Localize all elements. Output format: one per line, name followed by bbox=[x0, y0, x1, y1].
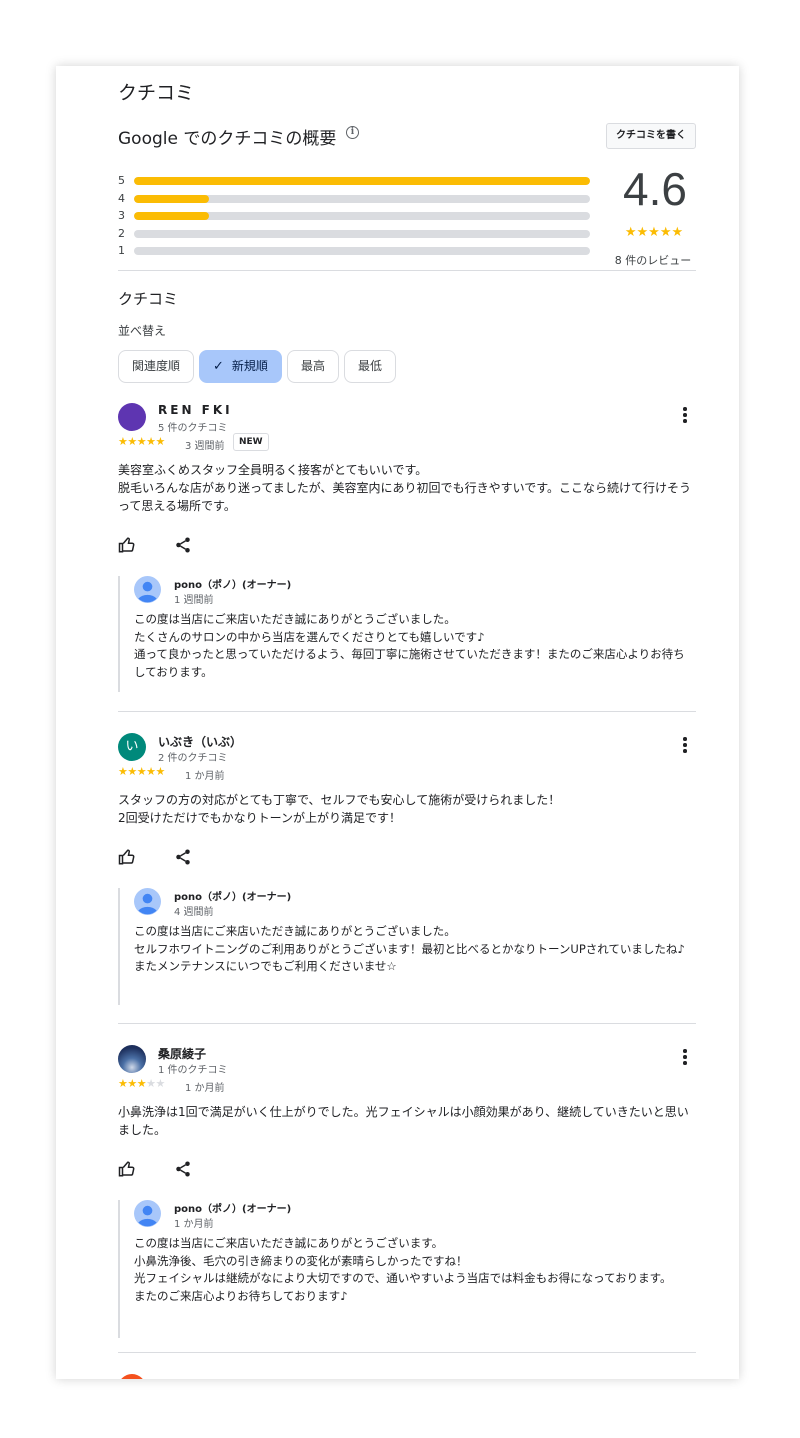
review-stars: ★★★★★ bbox=[118, 1077, 165, 1090]
star-filled: ★★★★★ bbox=[118, 435, 165, 448]
summary-title: Google でのクチコミの概要 bbox=[118, 129, 337, 149]
reply-text: この度は当店にご来店いただき誠にありがとうございます。 小鼻洗浄後、毛穴の引き締… bbox=[134, 1236, 672, 1303]
review-text: 小鼻洗浄は1回で満足がいく仕上がりでした。光フェイシャルは小顔効果があり、継続し… bbox=[118, 1105, 689, 1137]
reviewer-review-count: 5 件のクチコミ bbox=[158, 423, 228, 434]
reply-time: 1 か月前 bbox=[174, 1219, 214, 1230]
sort-chip-highest[interactable]: 最高 bbox=[286, 350, 339, 383]
chip-label: 最低 bbox=[357, 359, 382, 373]
review-text: 美容室ふくめスタッフ全員明るく接客がとてもいいです。 脱毛いろんな店があり迷って… bbox=[118, 463, 692, 513]
more-options-icon[interactable] bbox=[680, 737, 690, 755]
average-rating: 4.6 bbox=[623, 163, 687, 215]
owner-name: pono（ポノ）(オーナー) bbox=[174, 580, 292, 591]
review-stars: ★★★★★ bbox=[118, 435, 165, 448]
divider bbox=[118, 1352, 696, 1353]
owner-name: pono（ポノ）(オーナー) bbox=[174, 892, 292, 903]
star-filled: ★★★ bbox=[118, 1077, 147, 1090]
share-icon[interactable] bbox=[174, 536, 192, 554]
review-stars: ★★★★★ bbox=[118, 765, 165, 778]
histogram-row-5: 5 bbox=[118, 172, 590, 190]
histogram-row-4: 4 bbox=[118, 190, 590, 208]
histogram-fill bbox=[134, 194, 210, 203]
chip-label: 最高 bbox=[300, 359, 325, 373]
histogram-label: 1 bbox=[118, 244, 125, 257]
reply-text: この度は当店にご来店いただき誠にありがとうございました。 セルフホワイトニングの… bbox=[134, 924, 685, 973]
thumbs-up-icon[interactable] bbox=[118, 848, 136, 866]
review-time: 1 か月前 bbox=[185, 1083, 225, 1094]
more-options-icon[interactable] bbox=[680, 407, 690, 425]
histogram-label: 2 bbox=[118, 226, 125, 240]
avatar[interactable] bbox=[118, 1045, 146, 1073]
thumbs-up-icon[interactable] bbox=[118, 1160, 136, 1178]
total-reviews-link[interactable]: 8 件のレビュー bbox=[608, 252, 698, 268]
reviewer-review-count: 2 件のクチコミ bbox=[158, 753, 228, 764]
histogram-label: 5 bbox=[118, 174, 125, 187]
sort-chip-relevance[interactable]: 関連度順 bbox=[118, 350, 195, 383]
review-item: REN FKI 5 件のクチコミ ★★★★★ 3 週間前 NEW 美容室ふくめス… bbox=[118, 403, 696, 713]
review-actions bbox=[118, 848, 192, 866]
check-icon: ✓ bbox=[213, 359, 224, 374]
review-actions bbox=[118, 536, 192, 554]
owner-reply: pono（ポノ）(オーナー) 4 週間前 この度は当店にご来店いただき誠にありが… bbox=[118, 888, 696, 1005]
histogram-track bbox=[134, 247, 590, 255]
owner-avatar-icon bbox=[134, 888, 161, 915]
owner-reply: pono（ポノ）(オーナー) 1 週間前 この度は当店にご来店いただき誠にありが… bbox=[118, 576, 696, 692]
thumbs-up-icon[interactable] bbox=[118, 536, 136, 554]
average-rating-stars: ★★★★★ bbox=[624, 225, 684, 240]
owner-avatar-icon bbox=[134, 576, 161, 603]
chip-label: 新規順 bbox=[231, 359, 268, 373]
histogram-track bbox=[134, 212, 590, 220]
new-badge: NEW bbox=[233, 433, 269, 451]
review-item: 桑原綾子 1 件のクチコミ ★★★★★ 1 か月前 小鼻洗浄は1回で満足がいく仕… bbox=[118, 1045, 696, 1355]
reviews-section-title: クチコミ bbox=[118, 290, 179, 308]
owner-avatar-icon bbox=[134, 1200, 161, 1227]
owner-reply: pono（ポノ）(オーナー) 1 か月前 この度は当店にご来店いただき誠にありが… bbox=[118, 1200, 696, 1338]
histogram-track bbox=[134, 194, 590, 203]
reply-text: この度は当店にご来店いただき誠にありがとうございました。 たくさんのサロンの中か… bbox=[134, 612, 685, 679]
reviewer-name[interactable]: いぶき（いぶ） bbox=[158, 733, 242, 750]
review-text: スタッフの方の対応がとても丁寧で、セルフでも安心して施術が受けられました！ 2回… bbox=[118, 793, 561, 825]
histogram-fill bbox=[134, 177, 590, 185]
share-icon[interactable] bbox=[174, 1160, 192, 1178]
write-review-button[interactable]: クチコミを書く bbox=[606, 123, 696, 149]
info-icon[interactable]: i bbox=[346, 126, 359, 139]
histogram-label: 3 bbox=[118, 209, 125, 222]
page-title: クチコミ bbox=[118, 82, 195, 104]
sort-chip-newest[interactable]: ✓ 新規順 bbox=[199, 350, 282, 383]
sort-chip-lowest[interactable]: 最低 bbox=[343, 350, 396, 383]
review-item: い いぶき（いぶ） 2 件のクチコミ ★★★★★ 1 か月前 スタッフの方の対応… bbox=[118, 733, 696, 1023]
histogram-row-2: 2 bbox=[118, 225, 590, 243]
sort-chips: 関連度順 ✓ 新規順 最高 最低 bbox=[118, 350, 396, 383]
share-icon[interactable] bbox=[174, 848, 192, 866]
avatar[interactable] bbox=[118, 1374, 146, 1379]
reviewer-name[interactable]: 桑原綾子 bbox=[158, 1045, 206, 1062]
reviewer-review-count: 1 件のクチコミ bbox=[158, 1065, 228, 1076]
review-time: 3 週間前 bbox=[185, 441, 225, 452]
reviewer-name[interactable]: REN FKI bbox=[158, 403, 233, 417]
chip-label: 関連度順 bbox=[132, 359, 181, 373]
owner-name: pono（ポノ）(オーナー) bbox=[174, 1204, 292, 1215]
reviews-panel: クチコミ Google でのクチコミの概要 i クチコミを書く 5 4 3 2 … bbox=[56, 66, 739, 1379]
histogram-track bbox=[134, 177, 590, 185]
star-empty: ★★ bbox=[146, 1077, 165, 1090]
divider bbox=[118, 1023, 696, 1024]
histogram-row-1: 1 bbox=[118, 242, 590, 260]
avatar[interactable]: い bbox=[118, 733, 146, 761]
review-actions bbox=[118, 1160, 192, 1178]
histogram-fill bbox=[134, 212, 210, 220]
more-options-icon[interactable] bbox=[680, 1049, 690, 1067]
star-filled: ★★★★★ bbox=[118, 765, 165, 778]
reply-time: 4 週間前 bbox=[174, 907, 214, 918]
sort-label: 並べ替え bbox=[118, 324, 167, 338]
review-time: 1 か月前 bbox=[185, 771, 225, 782]
histogram-label: 4 bbox=[118, 191, 125, 205]
divider bbox=[118, 711, 696, 712]
reply-time: 1 週間前 bbox=[174, 595, 214, 606]
histogram-track bbox=[134, 229, 590, 238]
histogram-row-3: 3 bbox=[118, 207, 590, 225]
divider bbox=[118, 270, 696, 271]
rating-histogram: 5 4 3 2 1 bbox=[118, 172, 590, 260]
avatar[interactable] bbox=[118, 403, 146, 431]
